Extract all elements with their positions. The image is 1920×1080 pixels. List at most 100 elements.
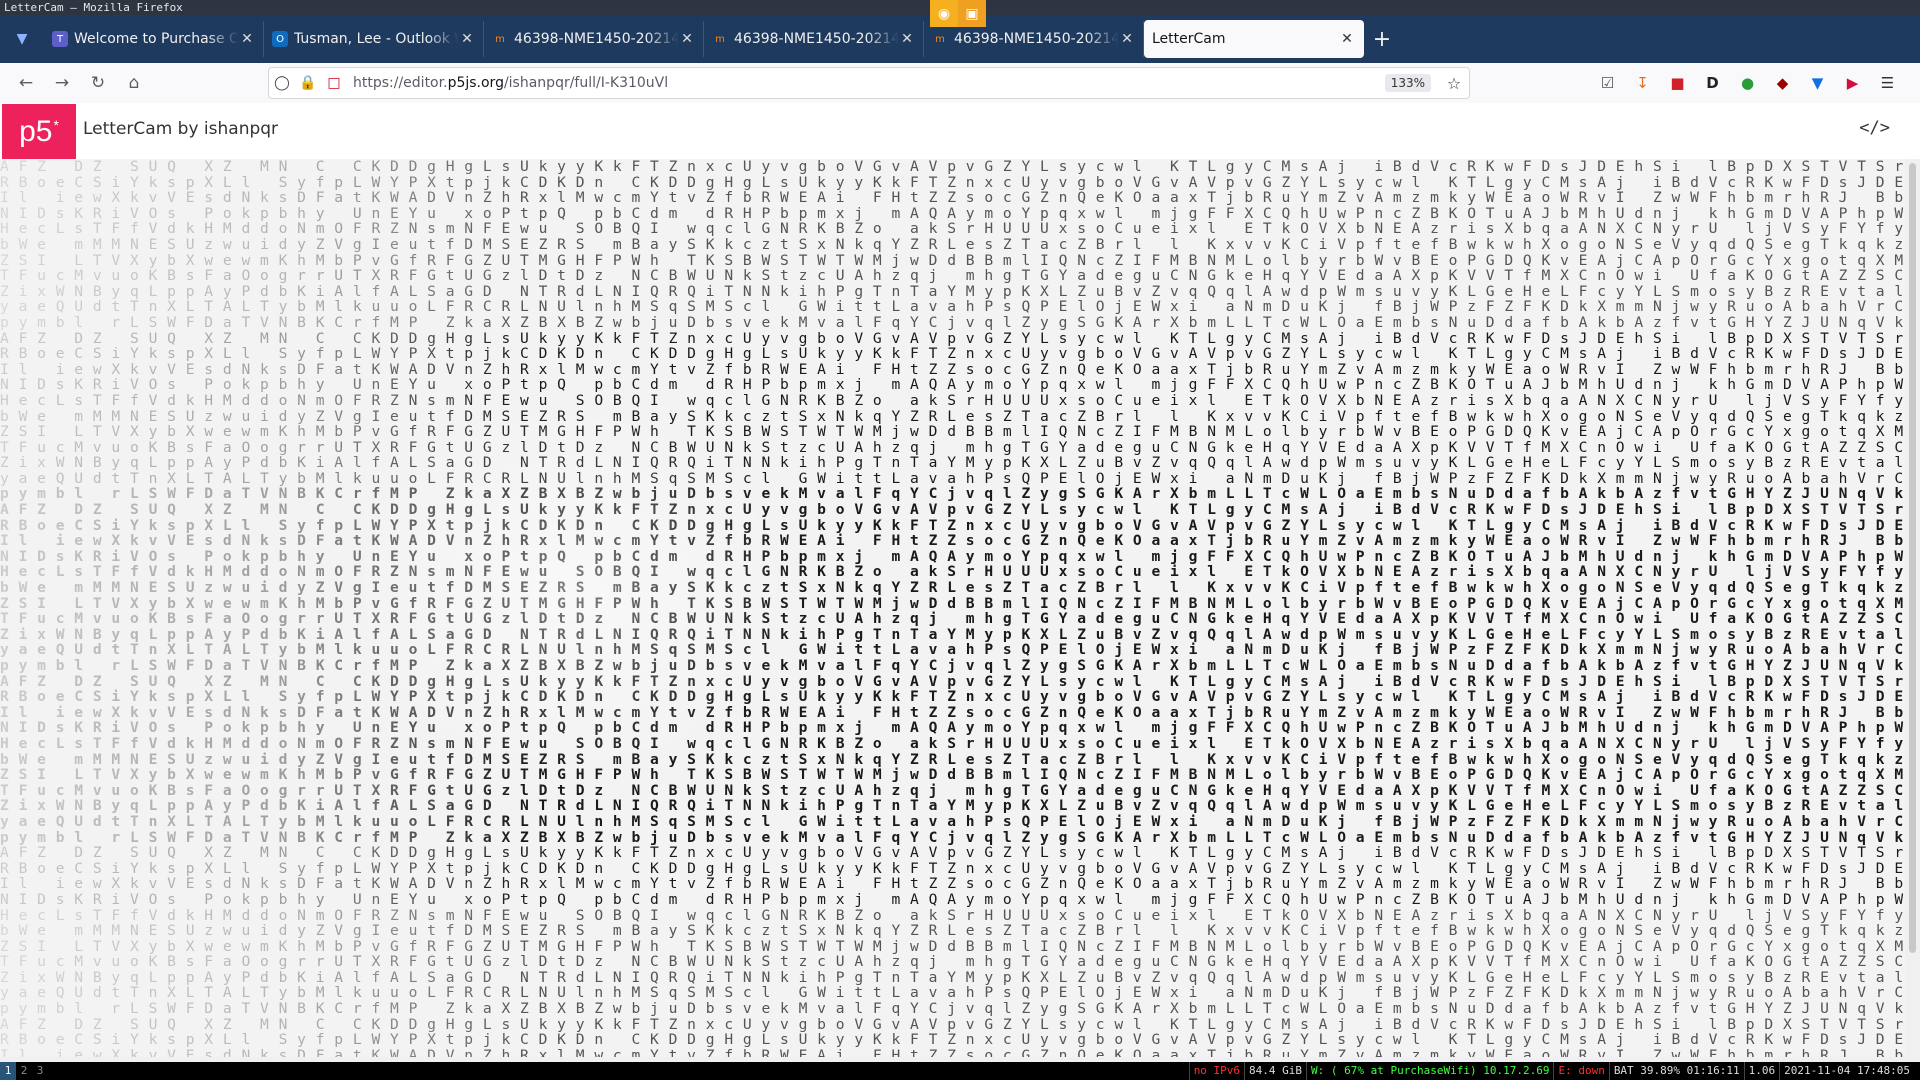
p5-logo[interactable]: p5 * [2,104,76,160]
letter-row: I l i e w X k v V E s d N k s D F a t K … [0,703,1904,721]
lock-icon[interactable]: 🔒 [295,75,321,91]
extension-toolbar: ☑ ↧ ■ D ● ◆ ▼ ▶ ☰ [1590,67,1905,99]
extension-blue-icon[interactable]: ▼ [1800,67,1835,99]
letter-row: Z i x W N B y q L p p A y P d b K i A l … [0,625,1904,643]
p5-editor-header: p5 * LetterCam by ishanpqr </> [0,103,1920,160]
url-domain: p5js.org [447,75,504,91]
tab-label: LetterCam [1152,31,1226,47]
download-icon[interactable]: ↧ [1625,67,1660,99]
moodle-icon: m [935,33,945,45]
firefox-icon: ◉ [930,0,958,27]
letter-row: H e c L s T F f V d k H M d d o N m O F … [0,391,1904,409]
menu-icon[interactable]: ☰ [1870,67,1905,99]
reload-icon[interactable]: ↻ [80,67,116,99]
letter-row: y a e Q U d t T n X L T A L T y b M l k … [0,298,1904,316]
letter-row: b W e m M M N E S U z w u i d y Z V g I … [0,235,1904,253]
letter-row: p y m b l r L S W F D a T V N B K C r f … [0,1000,1904,1018]
letter-row: y a e Q U d t T n X L T A L T y b M l k … [0,641,1904,659]
camera-icon[interactable]: ▣ [958,0,986,27]
url-text[interactable]: https://editor.p5js.org/ishanpqr/full/I-… [347,75,1385,91]
tab-moodle-1[interactable]: m 46398-NME1450-20214000 ✕ [484,21,704,57]
tab-welcome[interactable]: T Welcome to Purchase College ✕ [44,21,264,57]
letter-row: b W e m M M N E S U z w u i d y Z V g I … [0,750,1904,768]
workspace-2[interactable]: 2 [16,1062,32,1080]
new-tab-button[interactable]: + [1364,21,1400,57]
workspace-1[interactable]: 1 [0,1062,16,1080]
load-status: 1.06 [1743,1062,1780,1080]
letter-row: N I D s K R i V O s P o k p b h y U n E … [0,376,1904,394]
forward-icon[interactable]: → [44,67,80,99]
system-status-bar: 1 2 3 no IPv6 84.4 GiB W: ( 67% at Purch… [0,1062,1920,1080]
bookmark-star-icon[interactable]: ☆ [1439,74,1469,93]
extension-d-icon[interactable]: D [1695,67,1730,99]
letter-row: Z S I L T V X y b X w e w m K h M b P v … [0,251,1904,269]
zoom-level[interactable]: 133% [1384,74,1431,92]
scrollbar[interactable] [1905,159,1920,1057]
extension-green-icon[interactable]: ● [1730,67,1765,99]
tab-outlook[interactable]: O Tusman, Lee - Outlook Web ✕ [264,21,484,57]
ipv6-status: no IPv6 [1188,1062,1244,1080]
letter-row: A F Z D Z S U Q X Z M N C C K D D g H g … [0,1015,1904,1033]
url-bar[interactable]: ◯ 🔒 □ https://editor.p5js.org/ishanpqr/f… [268,67,1470,99]
letter-row: R B o e C S i Y k s p X L l S y f p L W … [0,173,1904,191]
letter-row: H e c L s T F f V d k H M d d o N m O F … [0,220,1904,238]
ublock-icon[interactable]: ◆ [1765,67,1800,99]
permissions-icon[interactable]: □ [321,75,347,91]
teams-icon: T [52,31,68,47]
letter-grid: A F Z D Z S U Q X Z M N C C K D D g H g … [0,159,1905,1057]
close-icon[interactable]: ✕ [239,31,255,47]
tab-lettercam[interactable]: LetterCam ✕ [1144,20,1364,58]
letter-row: b W e m M M N E S U z w u i d y Z V g I … [0,922,1904,940]
letter-row: A F Z D Z S U Q X Z M N C C K D D g H g … [0,501,1904,519]
tab-moodle-2[interactable]: m 46398-NME1450-20214000 ✕ [704,21,924,57]
tab-label: Welcome to Purchase College [74,31,239,47]
close-icon[interactable]: ✕ [1339,31,1355,47]
letter-row: R B o e C S i Y k s p X L l S y f p L W … [0,345,1904,363]
sketch-canvas[interactable]: A F Z D Z S U Q X Z M N C C K D D g H g … [0,159,1905,1057]
letter-row: R B o e C S i Y k s p X L l S y f p L W … [0,859,1904,877]
letter-row: y a e Q U d t T n X L T A L T y b M l k … [0,812,1904,830]
extension-play-icon[interactable]: ▶ [1835,67,1870,99]
close-icon[interactable]: ✕ [1119,31,1135,47]
letter-row: N I D s K R i V O s P o k p b h y U n E … [0,547,1904,565]
workspace-3[interactable]: 3 [32,1062,48,1080]
letter-row: N I D s K R i V O s P o k p b h y U n E … [0,719,1904,737]
sketch-author[interactable]: by ishanpqr [178,119,278,139]
disk-status: 84.4 GiB [1244,1062,1306,1080]
tab-label: 46398-NME1450-20214000 [734,31,899,47]
moodle-icon: m [715,33,725,45]
letter-row: Z i x W N B y q L p p A y P d b K i A l … [0,797,1904,815]
back-icon[interactable]: ← [8,67,44,99]
letter-row: Z S I L T V X y b X w e w m K h M b P v … [0,937,1904,955]
pocket-icon[interactable]: ☑ [1590,67,1625,99]
close-icon[interactable]: ✕ [899,31,915,47]
code-view-toggle[interactable]: </> [1859,118,1890,138]
letter-row: I l i e w X k v V E s d N k s D F a t K … [0,532,1904,550]
url-path: /ishanpqr/full/I-K310uVl [503,75,669,91]
navigation-bar: ← → ↻ ⌂ ◯ 🔒 □ https://editor.p5js.org/is… [0,63,1920,104]
outlook-icon: O [272,31,288,47]
battery-status: BAT 39.89% 01:16:11 [1608,1062,1744,1080]
extension-red-icon[interactable]: ■ [1660,67,1695,99]
clock: 2021-11-04 17:48:05 [1779,1062,1914,1080]
close-icon[interactable]: ✕ [679,31,695,47]
letter-row: N I D s K R i V O s P o k p b h y U n E … [0,204,1904,222]
letter-row: R B o e C S i Y k s p X L l S y f p L W … [0,516,1904,534]
url-prefix: https://editor. [353,75,448,91]
tab-list-icon[interactable]: ▼ [0,15,44,63]
letter-row: Z i x W N B y q L p p A y P d b K i A l … [0,968,1904,986]
letter-row: Z i x W N B y q L p p A y P d b K i A l … [0,282,1904,300]
tab-label: Tusman, Lee - Outlook Web [294,31,459,47]
close-icon[interactable]: ✕ [459,31,475,47]
letter-row: R B o e C S i Y k s p X L l S y f p L W … [0,688,1904,706]
scroll-thumb[interactable] [1909,163,1916,953]
status-items: no IPv6 84.4 GiB W: ( 67% at PurchaseWif… [1188,1062,1914,1080]
letter-row: y a e Q U d t T n X L T A L T y b M l k … [0,469,1904,487]
wifi-status: W: ( 67% at PurchaseWifi) 10.17.2.69 [1306,1062,1553,1080]
letter-row: y a e Q U d t T n X L T A L T y b M l k … [0,984,1904,1002]
workspace-switcher: 1 2 3 [0,1062,48,1080]
logo-star: * [53,117,59,133]
shield-icon[interactable]: ◯ [269,75,295,91]
home-icon[interactable]: ⌂ [116,67,152,99]
ethernet-status: E: down [1553,1062,1608,1080]
